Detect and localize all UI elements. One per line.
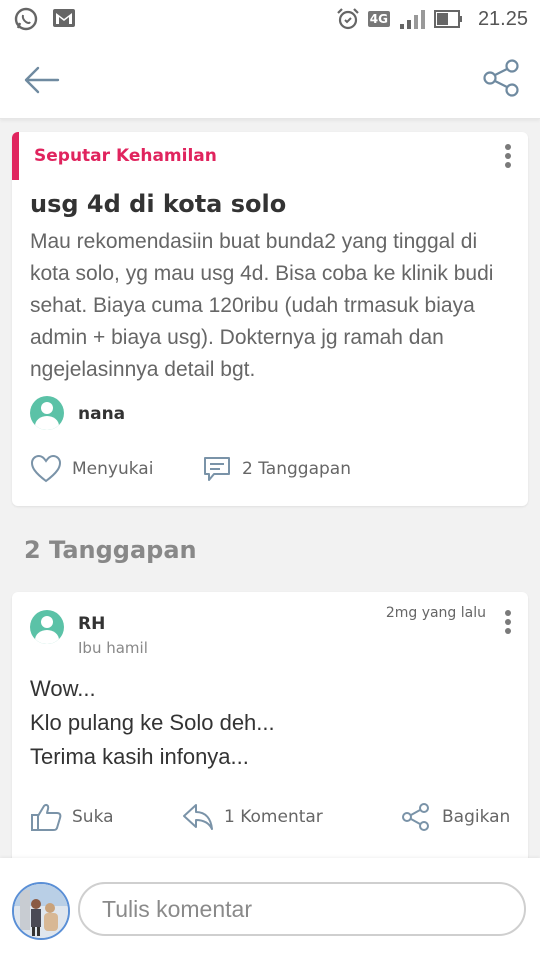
- reply-author-name[interactable]: RH: [78, 614, 105, 634]
- reply-share-button[interactable]: Bagikan: [400, 802, 510, 832]
- like-label: Menyukai: [72, 459, 154, 479]
- comment-input[interactable]: [78, 882, 526, 936]
- thumbs-up-icon: [31, 804, 62, 831]
- avatar-body: [35, 416, 59, 430]
- reply-text: Wow... Klo pulang ke Solo deh... Terima …: [30, 672, 275, 774]
- share-icon: [402, 803, 429, 831]
- share-button[interactable]: [482, 58, 522, 98]
- avatar-body: [35, 630, 59, 644]
- more-dot-icon: [505, 144, 511, 150]
- battery-icon: [433, 10, 462, 28]
- heart-icon: [30, 454, 62, 483]
- reply-avatar[interactable]: [30, 610, 64, 644]
- post-category[interactable]: Seputar Kehamilan: [34, 146, 217, 166]
- whatsapp-icon: [14, 7, 38, 31]
- reply-like-button[interactable]: Suka: [30, 802, 114, 832]
- responses-section-title: 2 Tanggapan: [24, 536, 197, 564]
- like-button[interactable]: Menyukai: [30, 454, 153, 484]
- reply-comment-button[interactable]: 1 Komentar: [182, 802, 323, 832]
- reply-line: Terima kasih infonya...: [30, 744, 249, 769]
- post-more-menu[interactable]: [502, 144, 514, 172]
- post-title: usg 4d di kota solo: [30, 190, 287, 218]
- responses-label: 2 Tanggapan: [242, 459, 351, 479]
- signal-icon: [399, 10, 425, 29]
- reply-arrow-icon: [183, 804, 213, 830]
- more-dot-icon: [505, 610, 511, 616]
- reply-share-label: Bagikan: [442, 807, 511, 827]
- reply-more-menu[interactable]: [502, 610, 514, 638]
- back-arrow-icon: [24, 66, 60, 94]
- alarm-icon: [336, 8, 359, 30]
- user-photo-icon: [14, 884, 68, 938]
- reply-card: RH Ibu hamil 2mg yang lalu Wow... Klo pu…: [12, 592, 528, 864]
- reply-author-role: Ibu hamil: [78, 639, 148, 657]
- reply-line: Wow...: [30, 676, 96, 701]
- post-body: Mau rekomendasiin buat bunda2 yang tingg…: [30, 230, 494, 381]
- comment-bubble-icon: [204, 457, 230, 481]
- more-dot-icon: [505, 619, 511, 625]
- app-bar: [0, 40, 540, 119]
- post-author[interactable]: nana: [78, 404, 125, 424]
- more-dot-icon: [505, 153, 511, 159]
- reply-timestamp: 2mg yang lalu: [385, 605, 486, 621]
- more-dot-icon: [505, 628, 511, 634]
- reply-line: Klo pulang ke Solo deh...: [30, 710, 275, 735]
- share-icon: [483, 59, 519, 97]
- current-user-avatar[interactable]: [12, 882, 70, 940]
- post-card: Seputar Kehamilan usg 4d di kota solo Ma…: [12, 132, 528, 506]
- reply-comment-label: 1 Komentar: [224, 807, 323, 827]
- gmail-icon: [53, 9, 75, 27]
- reply-like-label: Suka: [72, 807, 114, 827]
- back-button[interactable]: [22, 62, 62, 98]
- more-dot-icon: [505, 162, 511, 168]
- avatar-head: [41, 616, 53, 628]
- status-bar: 4G 21.25: [0, 0, 540, 40]
- network-type: 4G: [367, 11, 390, 27]
- status-time: 21.25: [477, 7, 528, 30]
- comment-bar: [0, 858, 540, 960]
- author-avatar[interactable]: [30, 396, 64, 430]
- category-accent-bar: [12, 132, 19, 180]
- avatar-head: [41, 402, 53, 414]
- responses-button[interactable]: 2 Tanggapan: [202, 454, 351, 484]
